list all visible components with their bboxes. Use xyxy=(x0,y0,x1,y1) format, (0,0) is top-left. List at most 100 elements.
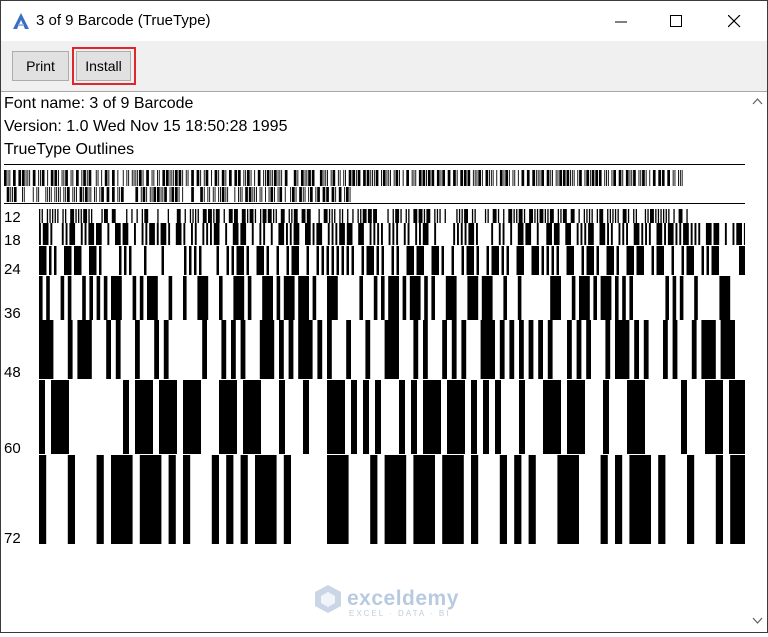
minimize-button[interactable] xyxy=(599,1,645,41)
barcode-bar xyxy=(263,223,266,245)
barcode-bar xyxy=(586,320,591,379)
barcode-bar xyxy=(668,209,670,223)
print-button[interactable]: Print xyxy=(12,51,69,81)
barcode-bar xyxy=(162,187,164,202)
barcode-bar xyxy=(674,170,676,186)
barcode-row-60 xyxy=(39,380,745,454)
barcode-bar xyxy=(286,223,288,245)
barcode-bar xyxy=(157,187,160,202)
barcode-bar xyxy=(373,223,376,245)
barcode-bar xyxy=(115,320,121,379)
barcode-bar xyxy=(108,170,110,186)
barcode-bar xyxy=(395,209,400,223)
barcode-bar xyxy=(502,223,505,245)
barcode-bar xyxy=(273,209,275,223)
barcode-bar xyxy=(326,187,329,202)
barcode-bar xyxy=(571,170,573,186)
barcode-bar xyxy=(426,170,427,186)
barcode-bar xyxy=(80,223,83,245)
barcode-bar xyxy=(551,246,554,275)
barcode-bar xyxy=(325,170,327,186)
barcode-bar xyxy=(381,223,383,245)
barcode-bar xyxy=(483,380,489,454)
barcode-bar xyxy=(135,187,139,202)
barcode-bar xyxy=(140,187,142,202)
barcode-bar xyxy=(521,170,525,186)
barcode-bar xyxy=(334,209,336,223)
barcode-bar xyxy=(254,209,257,223)
barcode-bar xyxy=(59,187,61,202)
barcode-bar xyxy=(442,320,447,379)
barcode-bar xyxy=(330,170,332,186)
close-button[interactable] xyxy=(712,1,758,41)
barcode-bar xyxy=(604,170,606,186)
barcode-bar xyxy=(536,223,539,245)
barcode-bar xyxy=(411,380,417,454)
barcode-bar xyxy=(128,170,130,186)
barcode-bar xyxy=(739,246,745,275)
barcode-bar xyxy=(457,223,459,245)
barcode-bar xyxy=(614,209,617,223)
barcode-bar xyxy=(392,209,394,223)
barcode-bar xyxy=(411,170,413,186)
barcode-bar xyxy=(214,187,216,202)
barcode-row-18 xyxy=(39,223,745,245)
barcode-bar xyxy=(327,170,328,186)
barcode-bar xyxy=(39,380,45,454)
barcode-bar xyxy=(211,170,212,186)
barcode-bar xyxy=(526,170,530,186)
barcode-bar xyxy=(631,170,633,186)
barcode-bar xyxy=(349,187,351,202)
barcode-row-72 xyxy=(39,455,745,544)
barcode-bar xyxy=(622,276,626,320)
barcode-bar xyxy=(573,170,575,186)
barcode-bar xyxy=(95,187,97,202)
barcode-bar xyxy=(690,223,693,245)
barcode-bar xyxy=(178,170,182,186)
barcode-bar xyxy=(683,223,689,245)
barcode-bar xyxy=(633,170,636,186)
barcode-bar xyxy=(616,246,619,275)
barcode-bar xyxy=(168,276,173,320)
barcode-bar xyxy=(50,223,53,245)
barcode-bar xyxy=(243,170,245,186)
barcode-bar xyxy=(641,223,644,245)
barcode-bar xyxy=(50,187,52,202)
barcode-bar xyxy=(427,170,431,186)
barcode-bar xyxy=(640,170,642,186)
barcode-bar xyxy=(567,380,585,454)
barcode-bar xyxy=(240,455,248,544)
vertical-scrollbar[interactable] xyxy=(749,92,766,632)
barcode-bar xyxy=(184,246,187,275)
barcode-bar xyxy=(467,170,471,186)
barcode-bar xyxy=(291,209,293,223)
barcode-bar xyxy=(399,380,405,454)
barcode-bar xyxy=(434,209,436,223)
barcode-bar xyxy=(229,170,232,186)
maximize-button[interactable] xyxy=(654,1,700,41)
barcode-bar xyxy=(142,170,144,186)
barcode-bar xyxy=(565,223,571,245)
maximize-icon xyxy=(670,15,682,27)
barcode-bar xyxy=(124,246,127,275)
barcode-bar xyxy=(103,276,108,320)
barcode-bar xyxy=(618,170,622,186)
barcode-bar xyxy=(4,170,7,186)
barcode-bar xyxy=(599,223,606,245)
barcode-bar xyxy=(453,170,456,186)
barcode-bar xyxy=(327,223,330,245)
barcode-bar xyxy=(283,455,291,544)
barcode-bar xyxy=(115,223,121,245)
barcode-bar xyxy=(312,223,315,245)
barcode-sample-rows xyxy=(4,170,745,544)
title-bar[interactable]: 3 of 9 Barcode (TrueType) xyxy=(1,1,767,41)
barcode-bar xyxy=(663,209,665,223)
barcode-bar xyxy=(567,320,572,379)
barcode-bar xyxy=(61,223,64,245)
barcode-bar xyxy=(183,455,191,544)
barcode-bar xyxy=(311,170,315,186)
barcode-bar xyxy=(517,223,524,245)
barcode-bar xyxy=(402,170,404,186)
barcode-bar xyxy=(566,170,570,186)
barcode-bar xyxy=(538,320,543,379)
